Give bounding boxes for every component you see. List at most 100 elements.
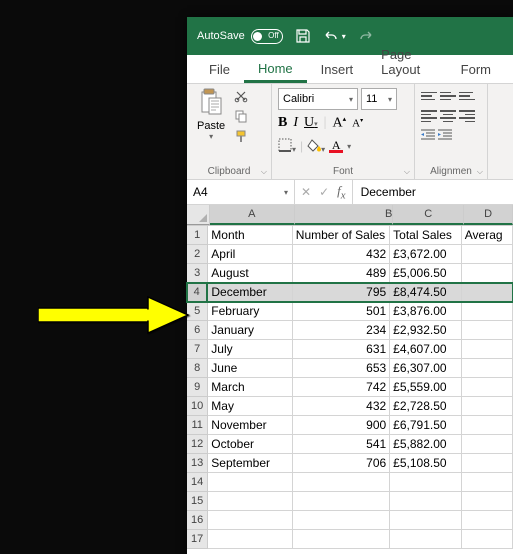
cell[interactable]	[462, 435, 513, 454]
align-middle-icon[interactable]	[440, 89, 456, 103]
column-header-b[interactable]: B	[295, 205, 394, 225]
cell[interactable]	[462, 492, 513, 511]
cell[interactable]: £2,728.50	[390, 397, 462, 416]
cell[interactable]	[462, 245, 513, 264]
cell[interactable]: £4,607.00	[390, 340, 462, 359]
table-row[interactable]: 12October541£5,882.00	[187, 435, 513, 454]
table-row[interactable]: 14	[187, 473, 513, 492]
fx-icon[interactable]: fx	[337, 183, 345, 202]
cell[interactable]	[462, 473, 513, 492]
tab-formulas[interactable]: Form	[447, 57, 505, 83]
table-row[interactable]: 2April432£3,672.00	[187, 245, 513, 264]
table-row[interactable]: 11November900£6,791.50	[187, 416, 513, 435]
cell[interactable]: £5,108.50	[390, 454, 462, 473]
table-row[interactable]: 6January234£2,932.50	[187, 321, 513, 340]
table-row[interactable]: 4December795£8,474.50	[187, 283, 513, 302]
cell[interactable]	[462, 397, 513, 416]
cell[interactable]: August	[208, 264, 292, 283]
cell[interactable]	[462, 511, 513, 530]
cell[interactable]: £6,307.00	[390, 359, 462, 378]
toggle-switch[interactable]: Off	[251, 29, 283, 44]
tab-home[interactable]: Home	[244, 56, 307, 83]
cell[interactable]: Month	[208, 226, 292, 245]
cell[interactable]	[208, 492, 292, 511]
cell[interactable]: July	[208, 340, 292, 359]
row-header[interactable]: 1	[187, 226, 208, 245]
font-color-button[interactable]: A	[329, 140, 343, 153]
table-row[interactable]: 3August489£5,006.50	[187, 264, 513, 283]
redo-icon[interactable]	[358, 28, 374, 44]
cell[interactable]: £5,559.00	[390, 378, 462, 397]
format-painter-icon[interactable]	[233, 128, 249, 144]
cell[interactable]	[208, 473, 292, 492]
cell[interactable]: April	[208, 245, 292, 264]
cell[interactable]	[390, 530, 462, 549]
fill-color-button[interactable]: ▾	[307, 138, 325, 155]
cell[interactable]: £3,672.00	[390, 245, 462, 264]
table-row[interactable]: 1MonthNumber of SalesTotal SalesAverag	[187, 226, 513, 245]
cell[interactable]	[208, 511, 292, 530]
cell[interactable]	[462, 283, 513, 302]
select-all-corner[interactable]	[187, 205, 210, 225]
align-right-icon[interactable]	[459, 109, 475, 123]
tab-insert[interactable]: Insert	[307, 57, 368, 83]
underline-button[interactable]: U▾	[304, 115, 318, 131]
row-header[interactable]: 14	[187, 473, 208, 492]
cut-icon[interactable]	[233, 88, 249, 104]
formula-bar[interactable]: December	[352, 180, 513, 204]
cell[interactable]: 432	[293, 245, 390, 264]
save-icon[interactable]	[295, 28, 311, 44]
cell[interactable]: 489	[293, 264, 390, 283]
cell[interactable]: 501	[293, 302, 390, 321]
cell[interactable]: 234	[293, 321, 390, 340]
cell[interactable]: January	[208, 321, 292, 340]
cell[interactable]: £6,791.50	[390, 416, 462, 435]
cell[interactable]: 706	[293, 454, 390, 473]
cell[interactable]: June	[208, 359, 292, 378]
table-row[interactable]: 9March742£5,559.00	[187, 378, 513, 397]
cell[interactable]: 631	[293, 340, 390, 359]
cell[interactable]: 795	[293, 283, 390, 302]
accept-formula-icon[interactable]: ✓	[319, 185, 329, 199]
cell[interactable]: £8,474.50	[390, 283, 462, 302]
table-row[interactable]: 5February501£3,876.00	[187, 302, 513, 321]
table-row[interactable]: 10May432£2,728.50	[187, 397, 513, 416]
cell[interactable]: 900	[293, 416, 390, 435]
cell[interactable]: £2,932.50	[390, 321, 462, 340]
cell[interactable]	[462, 378, 513, 397]
table-row[interactable]: 16	[187, 511, 513, 530]
align-left-icon[interactable]	[421, 109, 437, 123]
cell[interactable]: Total Sales	[390, 226, 462, 245]
row-header[interactable]: 9	[187, 378, 208, 397]
cell[interactable]: 653	[293, 359, 390, 378]
cell[interactable]: May	[208, 397, 292, 416]
table-row[interactable]: 17	[187, 530, 513, 549]
cell[interactable]: October	[208, 435, 292, 454]
row-header[interactable]: 3	[187, 264, 208, 283]
cell[interactable]	[462, 340, 513, 359]
decrease-indent-icon[interactable]	[421, 129, 435, 144]
autosave-toggle[interactable]: AutoSave Off	[197, 29, 283, 44]
grow-font-icon[interactable]: A▴	[332, 115, 346, 132]
cell[interactable]	[462, 264, 513, 283]
font-size-dropdown[interactable]: 11▾	[361, 88, 397, 110]
column-header-d[interactable]: D	[464, 205, 513, 225]
undo-icon[interactable]: ▾	[323, 28, 346, 44]
table-row[interactable]: 8June653£6,307.00	[187, 359, 513, 378]
row-header[interactable]: 13	[187, 454, 208, 473]
table-row[interactable]: 15	[187, 492, 513, 511]
cell[interactable]: 432	[293, 397, 390, 416]
cell[interactable]: February	[208, 302, 292, 321]
cell[interactable]	[462, 530, 513, 549]
row-header[interactable]: 16	[187, 511, 208, 530]
paste-button[interactable]: Paste ▾	[193, 86, 229, 143]
table-row[interactable]: 13September706£5,108.50	[187, 454, 513, 473]
cell[interactable]	[462, 302, 513, 321]
cell[interactable]: September	[208, 454, 292, 473]
row-header[interactable]: 10	[187, 397, 208, 416]
border-button[interactable]: ▾	[278, 138, 296, 155]
cancel-formula-icon[interactable]: ✕	[301, 185, 311, 199]
tab-page-layout[interactable]: Page Layout	[367, 42, 447, 83]
cell[interactable]	[462, 416, 513, 435]
font-name-dropdown[interactable]: Calibri▾	[278, 88, 358, 110]
